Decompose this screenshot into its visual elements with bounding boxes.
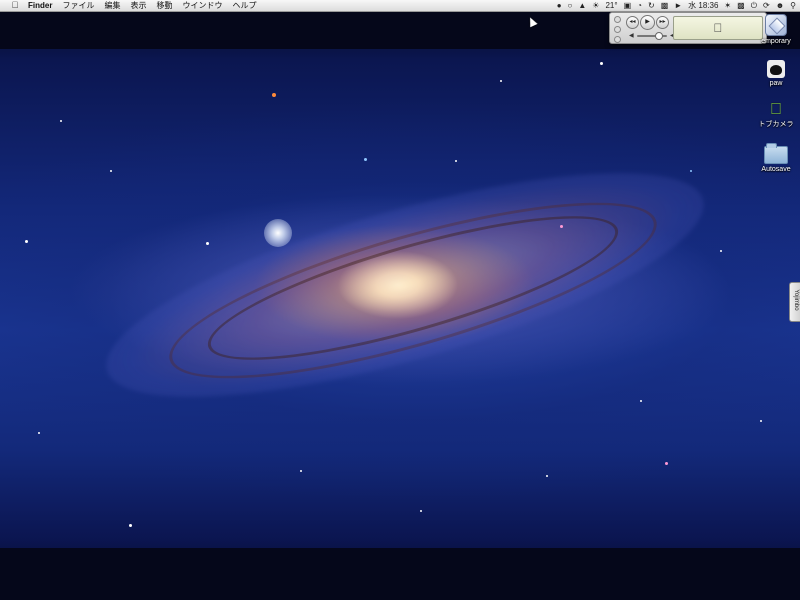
volume-slider[interactable] xyxy=(637,32,667,40)
volume-icon[interactable]: ► xyxy=(674,0,682,11)
menu-file[interactable]: ファイル xyxy=(57,0,99,11)
menu-finder[interactable]: Finder xyxy=(22,0,57,11)
folder-icon xyxy=(764,143,788,164)
star xyxy=(272,93,276,97)
star xyxy=(60,120,62,122)
desktop-icon-label: Autosave xyxy=(761,166,791,173)
clock-label[interactable]: 水 18:36 xyxy=(688,0,718,11)
sync-icon[interactable]: ↻ xyxy=(648,0,655,11)
star xyxy=(665,462,668,465)
desktop-icon-autosave[interactable]: Autosave xyxy=(754,143,798,174)
chat-icon[interactable]: ▣ xyxy=(624,0,632,11)
star xyxy=(560,225,563,228)
calendar-icon[interactable]: ▩ xyxy=(661,0,669,11)
window-controls xyxy=(614,16,621,46)
minimize-button[interactable] xyxy=(614,26,621,33)
volume-low-icon: ◀ xyxy=(629,33,634,39)
bluetooth-icon[interactable]: ✶ xyxy=(724,0,731,11)
star xyxy=(546,475,548,477)
bright-foreground-star xyxy=(264,219,292,247)
yojimbo-tab-label: Yojimbo xyxy=(793,289,799,311)
star xyxy=(640,400,642,402)
star xyxy=(206,242,209,245)
star xyxy=(364,158,367,161)
star xyxy=(455,160,457,162)
play-button[interactable]: ▶ xyxy=(640,15,655,30)
user-icon[interactable]: ☻ xyxy=(776,0,784,11)
wifi-icon[interactable]: ▲ xyxy=(578,0,586,11)
cat-icon xyxy=(767,60,785,78)
menu-window[interactable]: ウインドウ xyxy=(177,0,227,11)
apple-logo-icon:  xyxy=(714,21,723,35)
star xyxy=(25,240,28,243)
star xyxy=(720,250,722,252)
desktop-icon-temporary[interactable]: emporary xyxy=(754,14,798,46)
disk-icon xyxy=(765,14,787,36)
power-icon[interactable]: ⏻ xyxy=(751,0,757,11)
weather-icon[interactable]: ☀ xyxy=(592,0,599,11)
volume-slider-knob[interactable] xyxy=(655,32,663,40)
status-area: ● ○ ▲ ☀ 21° ▣ ◔ ↻ ▩ ► 水 18:36 ✶ ▩ ⏻ ⟳ ☻ … xyxy=(551,0,796,11)
star xyxy=(600,62,603,65)
desktop-icon-label: トブカメラ xyxy=(754,121,798,129)
star xyxy=(420,510,422,512)
itunes-mini-player: ◂◂ ▶ ▸▸ ◀ ◀  xyxy=(609,12,767,44)
star xyxy=(690,170,692,172)
star xyxy=(38,432,40,434)
desktop-icon-label: paw xyxy=(769,80,783,87)
desktop-icon-label: emporary xyxy=(761,38,791,45)
wallpaper-bottom-band xyxy=(0,548,800,600)
growl-icon[interactable]: ● xyxy=(557,0,562,11)
desktop-icon-tobucamera[interactable]:  トブカメラ xyxy=(754,101,798,129)
yojimbo-drop-tab[interactable]: Yojimbo xyxy=(789,282,800,322)
desktop-icon-paw[interactable]: paw xyxy=(754,60,798,88)
spotlight-icon[interactable]: ⚲ xyxy=(790,0,796,11)
now-playing-display[interactable]:  xyxy=(673,16,763,40)
previous-track-button[interactable]: ◂◂ xyxy=(626,16,639,29)
star xyxy=(300,470,302,472)
star xyxy=(129,524,132,527)
skype-icon[interactable]: ○ xyxy=(568,0,573,11)
apple-menu-icon[interactable]:  xyxy=(8,0,22,11)
star xyxy=(760,420,762,422)
star xyxy=(500,80,502,82)
temperature-label[interactable]: 21° xyxy=(605,0,617,11)
star xyxy=(110,170,112,172)
sync-status-icon[interactable]: ⟳ xyxy=(763,0,770,11)
menu-bar:  Finder ファイル 編集 表示 移動 ウインドウ ヘルプ ● ○ ▲ ☀… xyxy=(0,0,800,12)
apple-camera-icon:  xyxy=(754,101,798,119)
menu-help[interactable]: ヘルプ xyxy=(227,0,261,11)
zoom-button[interactable] xyxy=(614,36,621,43)
close-button[interactable] xyxy=(614,16,621,23)
menu-edit[interactable]: 編集 xyxy=(99,0,125,11)
menu-go[interactable]: 移動 xyxy=(151,0,177,11)
next-track-button[interactable]: ▸▸ xyxy=(656,16,669,29)
battery-icon[interactable]: ▩ xyxy=(737,0,745,11)
timemachine-icon[interactable]: ◔ xyxy=(637,0,642,11)
menu-view[interactable]: 表示 xyxy=(125,0,151,11)
